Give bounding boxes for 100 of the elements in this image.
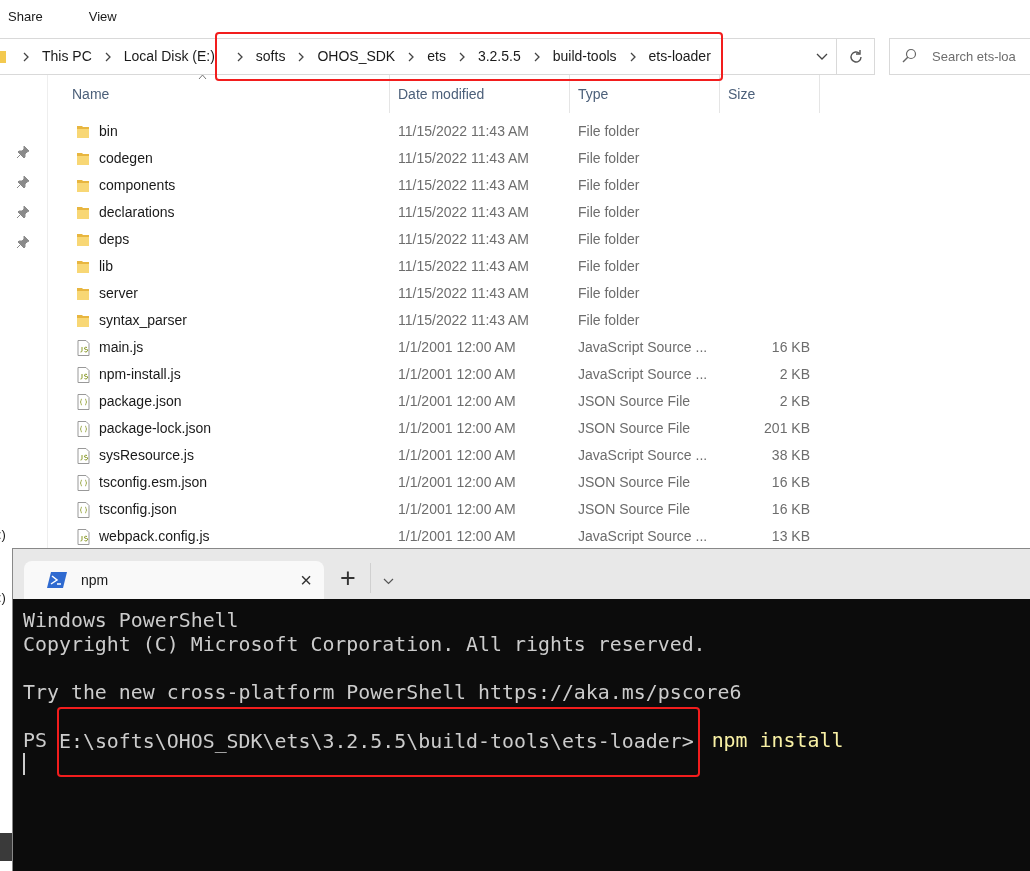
file-name[interactable]: webpack.config.js <box>99 526 210 547</box>
file-name[interactable]: package.json <box>99 391 182 412</box>
column-header[interactable]: Date modified <box>390 75 570 113</box>
search-icon <box>901 48 917 64</box>
json-file-icon <box>77 420 90 437</box>
file-type: JSON Source File <box>578 474 691 490</box>
breadcrumb-item[interactable]: Local Disk (E:) <box>123 46 215 67</box>
date-modified: 1/1/2001 12:00 AM <box>398 501 516 517</box>
file-size: 16 KB <box>771 501 810 517</box>
taskbar-edge <box>0 833 12 861</box>
file-name[interactable]: tsconfig.json <box>99 499 177 520</box>
js-file-icon <box>77 528 90 545</box>
file-type: File folder <box>578 312 640 328</box>
file-type: JavaScript Source ... <box>578 447 708 463</box>
file-name[interactable]: components <box>99 175 176 196</box>
file-name[interactable]: tsconfig.esm.json <box>99 472 208 493</box>
file-type: JavaScript Source ... <box>578 366 708 382</box>
file-size: 16 KB <box>771 339 810 355</box>
file-name[interactable]: bin <box>99 121 118 142</box>
pin-icon <box>16 175 30 190</box>
refresh-icon <box>847 48 864 65</box>
breadcrumb-item[interactable]: ets-loader <box>648 46 711 67</box>
file-name[interactable]: server <box>99 283 138 304</box>
file-name[interactable]: declarations <box>99 202 175 223</box>
file-size: 13 KB <box>771 528 810 544</box>
date-modified: 1/1/2001 12:00 AM <box>398 447 516 463</box>
breadcrumb-item[interactable]: ets <box>427 46 446 67</box>
terminal-tab[interactable]: npm × <box>24 561 324 599</box>
breadcrumb-item[interactable]: This PC <box>42 46 92 67</box>
nav-drive-label[interactable]: :) <box>0 587 6 607</box>
pin-icon <box>16 205 30 220</box>
breadcrumb-item[interactable]: 3.2.5.5 <box>477 46 521 67</box>
file-size: 201 KB <box>764 420 810 436</box>
folder-icon <box>77 123 90 140</box>
file-type: File folder <box>578 285 640 301</box>
chevron-right-icon <box>532 51 541 62</box>
nav-drive-label[interactable]: :) <box>0 525 6 545</box>
folder-icon <box>0 50 6 63</box>
ribbon-tab[interactable]: Share <box>8 7 43 27</box>
file-name[interactable]: syntax_parser <box>99 310 187 331</box>
chevron-right-icon <box>235 51 244 62</box>
dropdown-chevron-icon <box>816 53 828 61</box>
close-tab-button[interactable]: × <box>300 565 312 595</box>
chevron-down-icon <box>382 577 394 585</box>
file-type: File folder <box>578 123 640 139</box>
date-modified: 11/15/2022 11:43 AM <box>398 258 530 274</box>
date-modified: 1/1/2001 12:00 AM <box>398 420 516 436</box>
powershell-icon <box>47 572 67 588</box>
pin-icon <box>16 145 30 160</box>
file-name[interactable]: package-lock.json <box>99 418 212 439</box>
file-name[interactable]: npm-install.js <box>99 364 181 385</box>
date-modified: 1/1/2001 12:00 AM <box>398 339 516 355</box>
folder-icon <box>77 258 90 275</box>
file-type: File folder <box>578 258 640 274</box>
file-type: File folder <box>578 177 640 193</box>
folder-icon <box>77 285 90 302</box>
sort-caret-icon <box>198 74 207 80</box>
json-file-icon <box>77 501 90 518</box>
file-name[interactable]: codegen <box>99 148 153 169</box>
terminal-output: Windows PowerShell <box>23 609 239 632</box>
date-modified: 11/15/2022 11:43 AM <box>398 204 530 220</box>
pin-icon <box>16 235 30 250</box>
file-name[interactable]: main.js <box>99 337 144 358</box>
date-modified: 11/15/2022 11:43 AM <box>398 177 530 193</box>
new-tab-button[interactable]: + <box>340 558 356 599</box>
chevron-right-icon <box>457 51 466 62</box>
js-file-icon <box>77 339 90 356</box>
chevron-right-icon <box>297 51 306 62</box>
address-bar[interactable]: This PC Local Disk (E:) softs OHOS_SDK ets 3.2.5.5 build-tools ets-loader <box>0 38 837 75</box>
file-name[interactable]: deps <box>99 229 130 250</box>
folder-icon <box>77 177 90 194</box>
column-header[interactable]: Size <box>720 75 820 113</box>
breadcrumb-item[interactable]: build-tools <box>552 46 617 67</box>
terminal-output: Try the new cross-platform PowerShell https://aka.ms/pscore6 <box>23 681 742 704</box>
file-name[interactable]: sysResource.js <box>99 445 194 466</box>
column-header[interactable]: Name <box>48 75 390 113</box>
column-header[interactable]: Type <box>570 75 720 113</box>
file-type: JavaScript Source ... <box>578 339 708 355</box>
chevron-right-icon <box>22 51 30 62</box>
breadcrumb-item[interactable]: OHOS_SDK <box>317 46 396 67</box>
search-field[interactable]: Search ets-loa <box>889 38 1030 75</box>
date-modified: 1/1/2001 12:00 AM <box>398 474 516 490</box>
json-file-icon <box>77 393 90 410</box>
file-type: JSON Source File <box>578 420 691 436</box>
ribbon-tab[interactable]: View <box>88 7 117 27</box>
breadcrumb-item[interactable]: softs <box>255 46 286 67</box>
refresh-button[interactable] <box>837 38 875 75</box>
js-file-icon <box>77 447 90 464</box>
date-modified: 11/15/2022 11:43 AM <box>398 231 530 247</box>
file-type: JSON Source File <box>578 393 691 409</box>
folder-icon <box>77 204 90 221</box>
file-type: File folder <box>578 204 640 220</box>
prompt-prefix: PS <box>23 729 47 753</box>
terminal-output: Copyright (C) Microsoft Corporation. All rights reserved. <box>23 633 706 656</box>
command-text: npm install <box>711 729 844 753</box>
file-name[interactable]: lib <box>99 256 113 277</box>
json-file-icon <box>77 474 90 491</box>
folder-icon <box>77 150 90 167</box>
date-modified: 1/1/2001 12:00 AM <box>398 366 516 382</box>
date-modified: 11/15/2022 11:43 AM <box>398 123 530 139</box>
